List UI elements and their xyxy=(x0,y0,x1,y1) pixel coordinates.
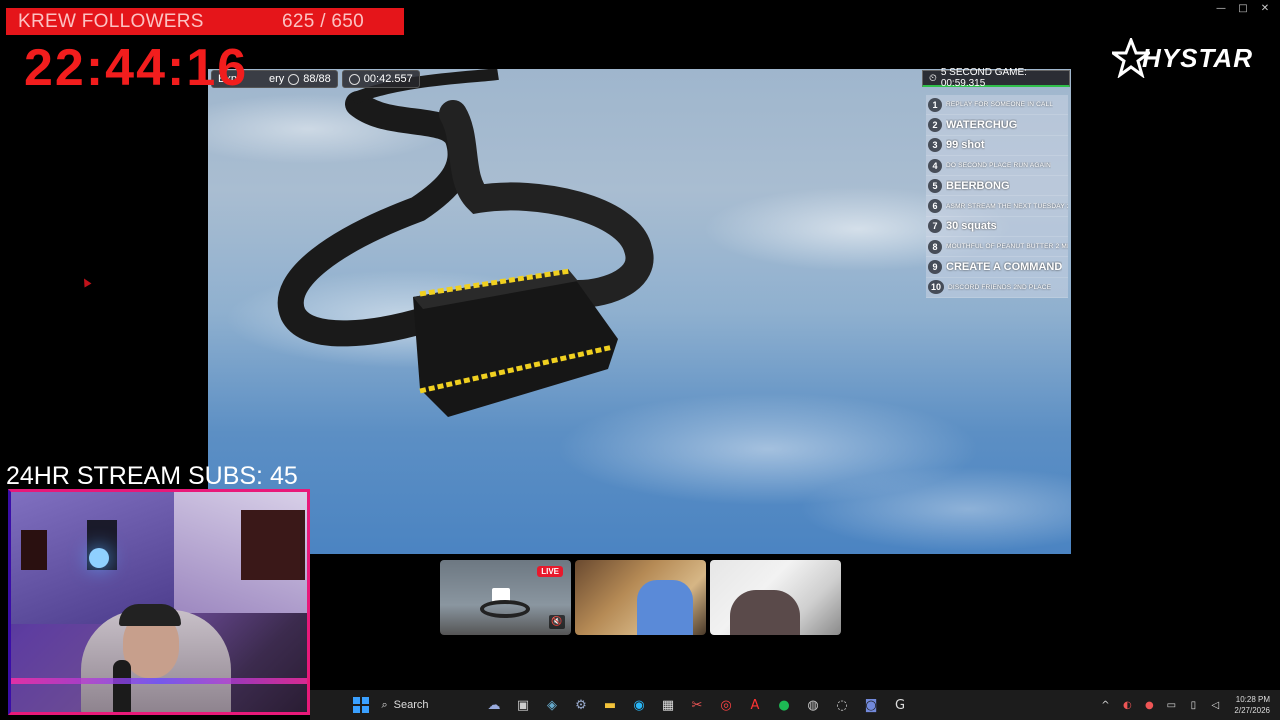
followers-goal-bar: KREW FOLLOWERS 625 / 650 xyxy=(6,8,404,35)
hud-collected: 88/88 xyxy=(303,73,331,85)
close-button[interactable]: ✕ xyxy=(1256,2,1274,16)
streamer-webcam xyxy=(8,489,310,715)
list-item: 1 REPLAY FOR SOMEONE IN CALL xyxy=(926,95,1068,116)
discord-icon[interactable]: ◙ xyxy=(860,694,882,716)
list-item: 7 30 squats xyxy=(926,216,1068,238)
clock-time: 10:28 PM xyxy=(1235,695,1270,704)
logo-text: HYSTAR xyxy=(1142,42,1253,73)
network-icon[interactable]: ▯ xyxy=(1184,700,1202,711)
followers-count: 625 / 650 xyxy=(282,10,364,32)
widgets-icon[interactable]: ☁ xyxy=(483,694,505,716)
game-timer-label: 5 SECOND GAME: 00:59.315 xyxy=(940,67,1027,89)
call-participant-thumbnail[interactable] xyxy=(710,560,841,635)
file-explorer-icon[interactable]: ▬ xyxy=(599,694,621,716)
copilot-icon[interactable]: ◈ xyxy=(541,694,563,716)
headset-icon[interactable]: ◐ xyxy=(1118,700,1136,711)
minimize-button[interactable]: — xyxy=(1212,2,1230,16)
list-item: 10 DISCORD FRIENDS 2ND PLACE xyxy=(926,277,1068,298)
wall-poster xyxy=(21,530,47,570)
hud-time: 00:42.557 xyxy=(341,70,420,88)
followers-label: KREW FOLLOWERS xyxy=(18,10,204,32)
window-controls: — □ ✕ xyxy=(1212,2,1274,16)
volume-icon[interactable]: ◁ xyxy=(1206,700,1224,711)
controller-light xyxy=(89,548,109,568)
search-label: Search xyxy=(393,699,429,711)
list-item: 3 99 shot xyxy=(926,135,1068,156)
list-item: 9 CREATE A COMMAND xyxy=(926,257,1068,278)
call-participant-thumbnail[interactable] xyxy=(575,560,706,635)
snipping-tool-icon[interactable]: ✂ xyxy=(686,694,708,716)
mouse-cursor-icon xyxy=(80,276,92,288)
list-item: 2 WATERCHUG xyxy=(926,115,1068,136)
punishment-wheel-list: 1 REPLAY FOR SOMEONE IN CALL 2 WATERCHUG 3… xyxy=(926,95,1068,298)
audio-app-icon[interactable]: ◍ xyxy=(802,694,824,716)
live-badge: LIVE xyxy=(537,566,563,577)
list-item: 6ASMR STREAM THE NEXT TUESDAY 30 MINUTES xyxy=(926,196,1068,217)
edge-icon[interactable]: ◉ xyxy=(628,694,650,716)
collectible-icon xyxy=(288,73,300,85)
store-icon[interactable]: ▦ xyxy=(657,694,679,716)
taskbar-clock[interactable]: 10:28 PM 2/27/2026 xyxy=(1234,694,1270,716)
logitech-icon[interactable]: G xyxy=(889,694,911,716)
clock-date: 2/27/2026 xyxy=(1234,706,1270,715)
alarm-icon: ⏲ xyxy=(929,72,937,84)
display-icon[interactable]: ▭ xyxy=(1162,700,1180,711)
spotify-icon[interactable]: ● xyxy=(773,694,795,716)
mute-icon[interactable]: 🔇 xyxy=(549,615,565,629)
microphone-icon[interactable]: ● xyxy=(1140,700,1158,711)
taskbar-search[interactable]: ⌕ Search xyxy=(376,694,476,716)
stopwatch-icon xyxy=(348,73,360,85)
hud-mode-tail: ery xyxy=(268,73,285,85)
stream-thumbnail[interactable]: LIVE 🔇 xyxy=(440,560,571,635)
stream-timer: 22:44:16 xyxy=(24,39,249,97)
chrome-icon[interactable]: ◎ xyxy=(715,694,737,716)
maximize-button[interactable]: □ xyxy=(1234,2,1252,16)
search-icon: ⌕ xyxy=(381,698,388,711)
list-item: 4 DO SECOND PLACE RUN AGAIN xyxy=(926,155,1068,177)
led-strip xyxy=(11,678,307,684)
windows-taskbar: ⌕ Search ☁ ▣ ◈ ⚙ ▬ ◉ ▦ ✂ ◎ A ● ◍ ◌ ◙ G ^… xyxy=(310,690,1280,720)
adobe-icon[interactable]: A xyxy=(744,694,766,716)
settings-icon[interactable]: ⚙ xyxy=(570,694,592,716)
obs-icon[interactable]: ◌ xyxy=(831,694,853,716)
windows-start-icon[interactable] xyxy=(350,694,372,716)
microphone xyxy=(113,660,131,712)
hud-time-value: 00:42.557 xyxy=(363,73,413,85)
system-tray: ^ ◐ ● ▭ ▯ ◁ 10:28 PM 2/27/2026 xyxy=(1096,690,1280,720)
task-view-icon[interactable]: ▣ xyxy=(512,694,534,716)
list-item: 5 BEERBONG xyxy=(926,176,1068,197)
list-item: 8MOUTHFUL OF PEANUT BUTTER 2 MINUTES xyxy=(926,237,1068,258)
wall-poster xyxy=(241,510,305,580)
game-timer: ⏲ 5 SECOND GAME: 00:59.315 xyxy=(922,67,1070,89)
chevron-up-icon[interactable]: ^ xyxy=(1096,700,1114,711)
hystar-logo: HYSTAR xyxy=(1112,36,1270,80)
subs-counter: 24HR STREAM SUBS: 45 xyxy=(6,462,298,490)
